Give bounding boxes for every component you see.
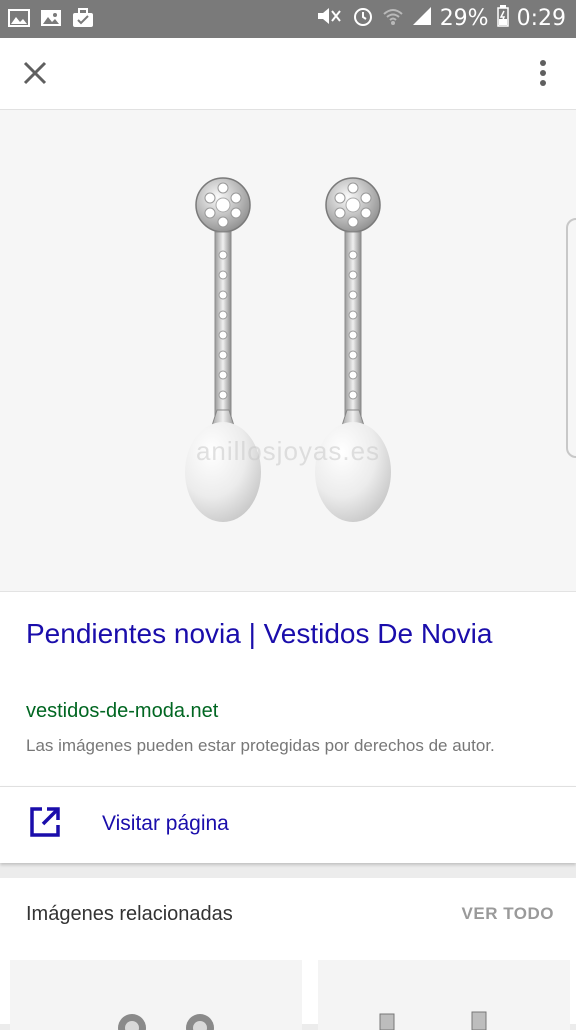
battery-icon xyxy=(496,5,509,32)
close-button[interactable] xyxy=(16,54,54,92)
more-vert-icon xyxy=(540,60,546,86)
image-icon xyxy=(40,8,62,33)
close-icon xyxy=(23,61,47,85)
next-image-peek[interactable] xyxy=(566,218,576,458)
image-watermark: anillosjoyas.es xyxy=(195,436,381,466)
wifi-icon xyxy=(382,5,404,32)
briefcase-icon xyxy=(72,8,94,33)
open-in-new-icon xyxy=(28,805,62,844)
image-preview[interactable]: anillosjoyas.es xyxy=(0,110,576,591)
clock: 0:29 xyxy=(516,6,566,31)
earring-thumbnail-image xyxy=(118,1014,214,1030)
battery-percent: 29% xyxy=(439,6,489,31)
visit-page-label: Visitar página xyxy=(102,812,229,835)
more-options-button[interactable] xyxy=(528,54,558,92)
earrings-image xyxy=(185,177,391,522)
mute-icon xyxy=(314,5,344,32)
signal-icon xyxy=(412,5,432,32)
status-bar: 29% 0:29 xyxy=(0,0,576,38)
app-bar xyxy=(0,38,576,110)
image-icon xyxy=(8,8,30,33)
related-thumbnail[interactable] xyxy=(318,960,570,1030)
alarm-icon xyxy=(352,5,374,32)
result-domain: vestidos-de-moda.net xyxy=(26,700,219,722)
result-title[interactable]: Pendientes novia | Vestidos De Novia xyxy=(26,614,546,653)
earring-thumbnail-image xyxy=(379,1011,487,1030)
related-images-section: Imágenes relacionadas VER TODO xyxy=(0,878,576,1030)
related-images-title: Imágenes relacionadas xyxy=(26,903,233,925)
related-thumbnail[interactable] xyxy=(10,960,302,1030)
result-info-card: Pendientes novia | Vestidos De Novia ves… xyxy=(0,591,576,787)
visit-page-button[interactable]: Visitar página xyxy=(0,786,576,863)
see-all-button[interactable]: VER TODO xyxy=(462,904,554,924)
copyright-notice: Las imágenes pueden estar protegidas por… xyxy=(26,736,495,755)
